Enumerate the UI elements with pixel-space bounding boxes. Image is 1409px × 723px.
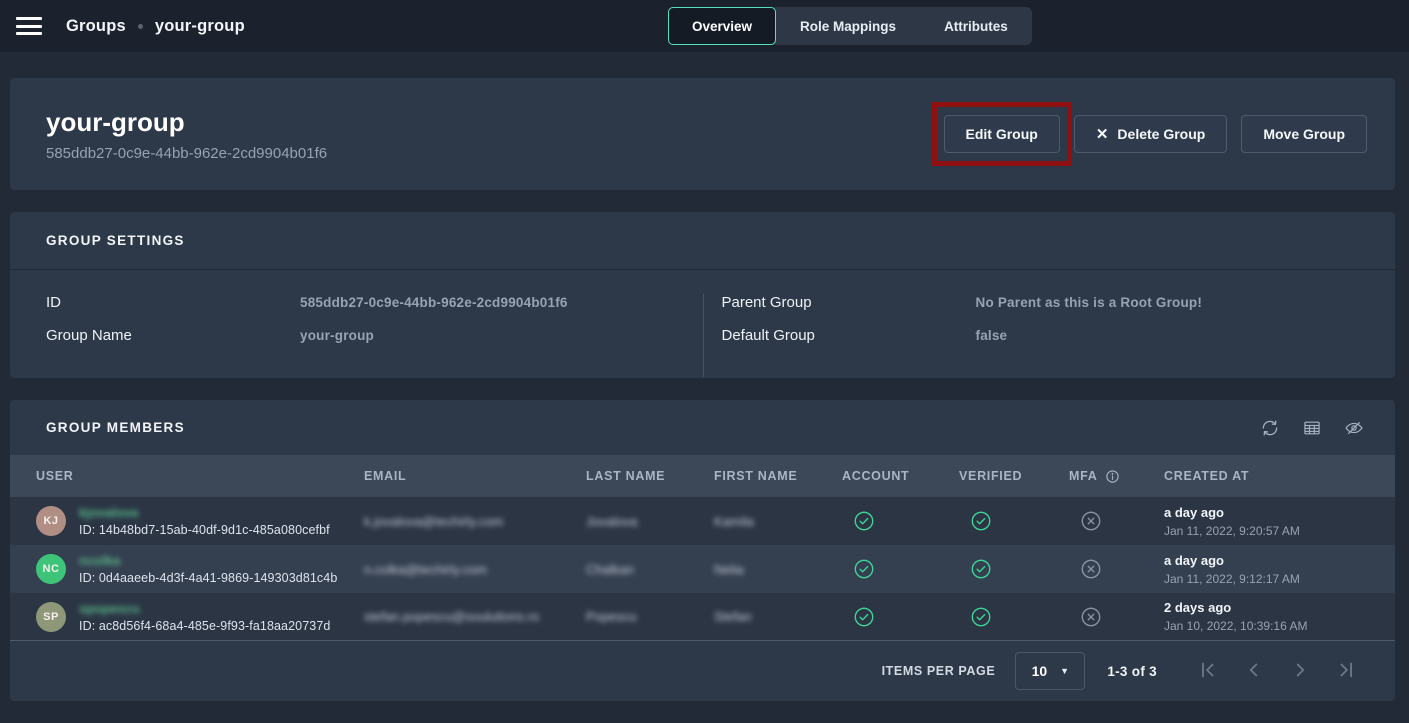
field-group-name-value: your-group (300, 328, 374, 343)
last-name-cell: Chalkan (586, 562, 714, 577)
avatar: NC (36, 554, 66, 584)
field-default-group: Default Group false (708, 327, 1396, 360)
delete-group-label: Delete Group (1117, 126, 1205, 142)
created-relative: 2 days ago (1164, 600, 1395, 615)
last-name-cell: Jovalova (586, 514, 714, 529)
refresh-icon[interactable] (1259, 417, 1281, 439)
first-name-cell: Nelia (714, 562, 842, 577)
hamburger-menu-icon[interactable] (16, 17, 42, 35)
first-name-cell: Stefan (714, 609, 842, 624)
col-created-at: CREATED AT (1164, 469, 1395, 483)
email-cell: n.colka@techirly.com (364, 562, 586, 577)
first-name-cell: Kamila (714, 514, 842, 529)
group-header-card: your-group 585ddb27-0c9e-44bb-962e-2cd99… (10, 78, 1395, 190)
edit-group-button[interactable]: Edit Group (944, 115, 1060, 153)
user-id: ID: ac8d56f4-68a4-485e-9f93-fa18aa20737d (79, 619, 330, 633)
col-last-name: LAST NAME (586, 469, 714, 483)
breadcrumb-separator-dot (138, 24, 143, 29)
member-row[interactable]: NC ncolka ID: 0d4aaeeb-4d3f-4a41-9869-14… (10, 545, 1395, 593)
mfa-status-cross-icon (1069, 558, 1164, 580)
items-per-page-value: 10 (1032, 663, 1048, 679)
col-user: USER (10, 469, 364, 483)
tab-attributes[interactable]: Attributes (920, 7, 1032, 45)
field-parent-group-value: No Parent as this is a Root Group! (976, 295, 1203, 310)
field-default-group-label: Default Group (722, 327, 976, 344)
col-email: EMAIL (364, 469, 586, 483)
account-status-check-icon (842, 510, 959, 532)
items-per-page-label: ITEMS PER PAGE (882, 664, 996, 678)
field-group-name: Group Name your-group (10, 327, 703, 360)
last-page-icon[interactable] (1335, 659, 1359, 683)
mfa-status-cross-icon (1069, 606, 1164, 628)
user-id: ID: 0d4aaeeb-4d3f-4a41-9869-149303d81c4b (79, 571, 337, 585)
field-id: ID 585ddb27-0c9e-44bb-962e-2cd9904b01f6 (10, 294, 703, 327)
eye-off-icon[interactable] (1343, 417, 1365, 439)
created-date: Jan 11, 2022, 9:20:57 AM (1164, 524, 1395, 538)
col-mfa: MFA (1069, 469, 1164, 484)
move-group-button[interactable]: Move Group (1241, 115, 1367, 153)
next-page-icon[interactable] (1289, 659, 1313, 683)
col-mfa-label: MFA (1069, 469, 1098, 483)
member-row[interactable]: SP spopescu ID: ac8d56f4-68a4-485e-9f93-… (10, 593, 1395, 641)
group-settings-title: GROUP SETTINGS (46, 233, 185, 248)
mfa-status-cross-icon (1069, 510, 1164, 532)
top-bar: Groups your-group Overview Role Mappings… (0, 0, 1409, 52)
tab-role-mappings[interactable]: Role Mappings (776, 7, 920, 45)
created-date: Jan 10, 2022, 10:39:16 AM (1164, 619, 1395, 633)
group-members-card: GROUP MEMBERS (10, 400, 1395, 701)
last-name-cell: Popescu (586, 609, 714, 624)
account-status-check-icon (842, 606, 959, 628)
field-group-name-label: Group Name (46, 327, 300, 344)
page-title: your-group (46, 107, 944, 138)
tab-overview[interactable]: Overview (668, 7, 776, 45)
delete-x-icon: ✕ (1096, 125, 1109, 143)
member-row[interactable]: KJ kjovalova ID: 14b48bd7-15ab-40df-9d1c… (10, 497, 1395, 545)
avatar: SP (36, 602, 66, 632)
field-id-value: 585ddb27-0c9e-44bb-962e-2cd9904b01f6 (300, 295, 568, 310)
page-range: 1-3 of 3 (1107, 664, 1157, 679)
verified-status-check-icon (959, 606, 1069, 628)
col-verified: VERIFIED (959, 469, 1069, 483)
info-icon[interactable] (1105, 469, 1120, 484)
created-relative: a day ago (1164, 553, 1395, 568)
table-view-icon[interactable] (1301, 417, 1323, 439)
email-cell: k.jovalova@techirly.com (364, 514, 586, 529)
field-id-label: ID (46, 294, 300, 311)
created-date: Jan 11, 2022, 9:12:17 AM (1164, 572, 1395, 586)
created-relative: a day ago (1164, 505, 1395, 520)
previous-page-icon[interactable] (1243, 659, 1267, 683)
col-account: ACCOUNT (842, 469, 959, 483)
field-default-group-value: false (976, 328, 1008, 343)
avatar: KJ (36, 506, 66, 536)
group-uuid: 585ddb27-0c9e-44bb-962e-2cd9904b01f6 (46, 145, 944, 162)
user-id: ID: 14b48bd7-15ab-40df-9d1c-485a080cefbf (79, 523, 330, 537)
pagination-bar: ITEMS PER PAGE 10 ▼ 1-3 of 3 (10, 641, 1395, 701)
verified-status-check-icon (959, 510, 1069, 532)
account-status-check-icon (842, 558, 959, 580)
chevron-down-icon: ▼ (1060, 666, 1069, 676)
username-link[interactable]: kjovalova (79, 505, 330, 520)
email-cell: stefan.popescu@soulutions.ro (364, 609, 586, 624)
group-settings-card: GROUP SETTINGS ID 585ddb27-0c9e-44bb-962… (10, 212, 1395, 378)
items-per-page-select[interactable]: 10 ▼ (1015, 652, 1085, 690)
username-link[interactable]: spopescu (79, 601, 330, 616)
field-parent-group: Parent Group No Parent as this is a Root… (708, 294, 1396, 327)
breadcrumb: Groups your-group (66, 17, 245, 36)
first-page-icon[interactable] (1197, 659, 1221, 683)
breadcrumb-section[interactable]: Groups (66, 17, 126, 36)
username-link[interactable]: ncolka (79, 553, 337, 568)
verified-status-check-icon (959, 558, 1069, 580)
delete-group-button[interactable]: ✕ Delete Group (1074, 115, 1227, 153)
breadcrumb-current: your-group (155, 17, 245, 36)
members-table-header: USER EMAIL LAST NAME FIRST NAME ACCOUNT … (10, 455, 1395, 497)
col-first-name: FIRST NAME (714, 469, 842, 483)
group-members-title: GROUP MEMBERS (46, 420, 1259, 435)
tab-group: Overview Role Mappings Attributes (668, 7, 1032, 45)
field-parent-group-label: Parent Group (722, 294, 976, 311)
